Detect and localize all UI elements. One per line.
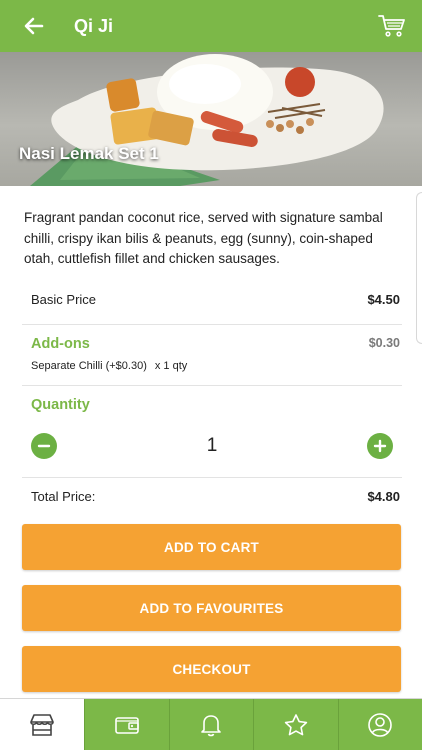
dish-hero-image: Nasi Lemak Set 1 bbox=[0, 52, 422, 186]
wallet-icon bbox=[114, 717, 139, 734]
basic-price-row: Basic Price $4.50 bbox=[22, 280, 402, 325]
addon-item-qty: x 1 qty bbox=[154, 360, 188, 372]
total-price-value: $4.80 bbox=[367, 489, 400, 504]
addons-row: Add-ons $0.30 Separate Chilli (+$0.30) x … bbox=[22, 325, 402, 386]
star-icon bbox=[284, 714, 307, 736]
increase-quantity-button[interactable] bbox=[367, 433, 393, 459]
add-to-cart-button[interactable]: ADD TO CART bbox=[22, 524, 401, 570]
quantity-row: Quantity 1 bbox=[22, 386, 402, 478]
basic-price-value: $4.50 bbox=[367, 292, 400, 307]
top-app-bar: Qi Ji bbox=[0, 0, 422, 52]
cart-button[interactable] bbox=[370, 0, 414, 52]
nav-notifications[interactable] bbox=[168, 699, 253, 750]
back-arrow-icon bbox=[24, 17, 44, 35]
nav-wallet[interactable] bbox=[84, 699, 169, 750]
addons-value: $0.30 bbox=[368, 336, 400, 350]
total-price-label: Total Price: bbox=[31, 489, 96, 504]
home-store-icon bbox=[30, 714, 54, 736]
nav-favourites[interactable] bbox=[253, 699, 338, 750]
back-button[interactable] bbox=[14, 0, 54, 52]
quantity-value: 1 bbox=[206, 435, 218, 456]
cart-icon bbox=[378, 15, 405, 37]
profile-icon bbox=[368, 713, 393, 737]
page-title: Qi Ji bbox=[74, 15, 114, 36]
bell-icon bbox=[201, 715, 222, 737]
addon-item: Separate Chilli (+$0.30) x 1 qty bbox=[31, 360, 187, 372]
addon-item-name: Separate Chilli (+$0.30) bbox=[31, 360, 147, 372]
nav-profile[interactable] bbox=[337, 699, 422, 750]
dish-photo bbox=[30, 54, 384, 186]
dish-description: Fragrant pandan coconut rice, served wit… bbox=[24, 210, 383, 266]
dish-name: Nasi Lemak Set 1 bbox=[19, 144, 159, 163]
checkout-button[interactable]: CHECKOUT bbox=[22, 646, 401, 692]
total-price-row: Total Price: $4.80 bbox=[22, 478, 402, 514]
nav-home[interactable] bbox=[0, 699, 84, 750]
basic-price-label: Basic Price bbox=[31, 292, 97, 307]
bottom-navigation bbox=[0, 698, 422, 750]
addons-heading: Add-ons bbox=[31, 336, 90, 352]
add-to-favourites-button[interactable]: ADD TO FAVOURITES bbox=[22, 585, 401, 631]
quantity-heading: Quantity bbox=[31, 397, 90, 413]
plus-icon bbox=[373, 439, 387, 453]
scroll-indicator[interactable] bbox=[416, 192, 422, 344]
